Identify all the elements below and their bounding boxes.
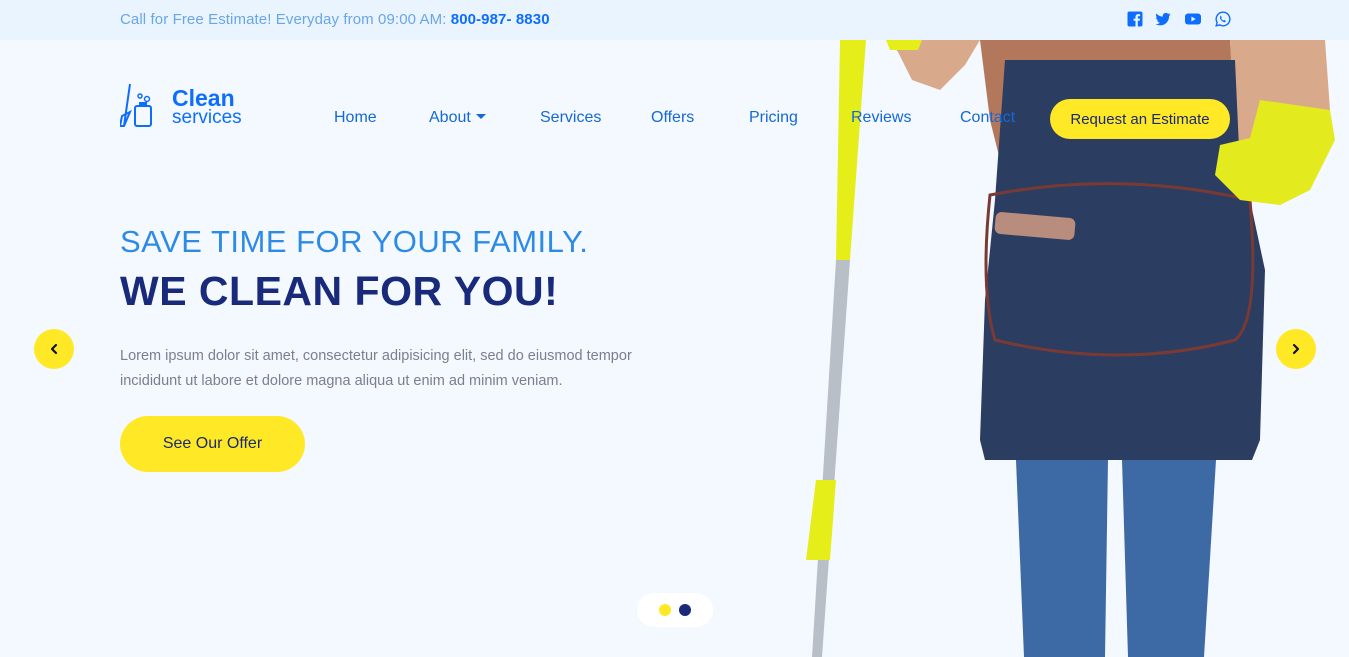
carousel-prev-button[interactable] xyxy=(34,329,74,369)
nav-services[interactable]: Services xyxy=(540,108,601,128)
jeans-left-leg xyxy=(1016,460,1108,657)
nav-contact[interactable]: Contact xyxy=(960,108,1015,128)
nav-reviews[interactable]: Reviews xyxy=(851,108,911,128)
topbar-phone[interactable]: 800-987- 8830 xyxy=(451,11,550,28)
top-bar: Call for Free Estimate! Everyday from 09… xyxy=(0,0,1349,40)
nav-about-label: About xyxy=(429,109,471,126)
topbar-contact-text: Call for Free Estimate! Everyday from 09… xyxy=(120,11,550,28)
see-offer-button[interactable]: See Our Offer xyxy=(120,416,305,472)
hero-title: WE CLEAN FOR YOU! xyxy=(120,268,559,314)
mop-handle-grip xyxy=(836,40,866,260)
carousel-dot-1[interactable] xyxy=(659,604,671,616)
request-estimate-button[interactable]: Request an Estimate xyxy=(1050,99,1230,139)
carousel-dot-2[interactable] xyxy=(679,604,691,616)
page: Call for Free Estimate! Everyday from 09… xyxy=(0,0,1349,657)
nav-offers[interactable]: Offers xyxy=(651,108,694,128)
nav-about[interactable]: About xyxy=(429,108,486,128)
whatsapp-icon[interactable] xyxy=(1214,10,1232,28)
youtube-icon[interactable] xyxy=(1184,10,1202,28)
mop-handle-pole xyxy=(812,260,850,657)
nav-home[interactable]: Home xyxy=(334,108,377,128)
jeans-right-leg xyxy=(1122,460,1216,657)
topbar-text: Call for Free Estimate! Everyday from 09… xyxy=(120,11,451,28)
hero-kicker: SAVE TIME FOR YOUR FAMILY. xyxy=(120,224,589,259)
nav-pricing[interactable]: Pricing xyxy=(749,108,798,128)
left-glove xyxy=(886,40,922,50)
carousel-pagination xyxy=(637,593,713,627)
carousel-next-button[interactable] xyxy=(1276,329,1316,369)
hero-description: Lorem ipsum dolor sit amet, consectetur … xyxy=(120,348,632,389)
twitter-icon[interactable] xyxy=(1154,10,1172,28)
chevron-right-icon xyxy=(1292,343,1300,355)
facebook-icon[interactable] xyxy=(1126,10,1144,28)
broom-bucket-icon xyxy=(120,83,152,127)
site-logo[interactable]: Clean services xyxy=(120,82,260,130)
caret-down-icon xyxy=(475,114,486,119)
chevron-left-icon xyxy=(50,343,58,355)
logo-subtitle: services xyxy=(172,107,242,128)
mop-handle-clip xyxy=(806,480,836,560)
